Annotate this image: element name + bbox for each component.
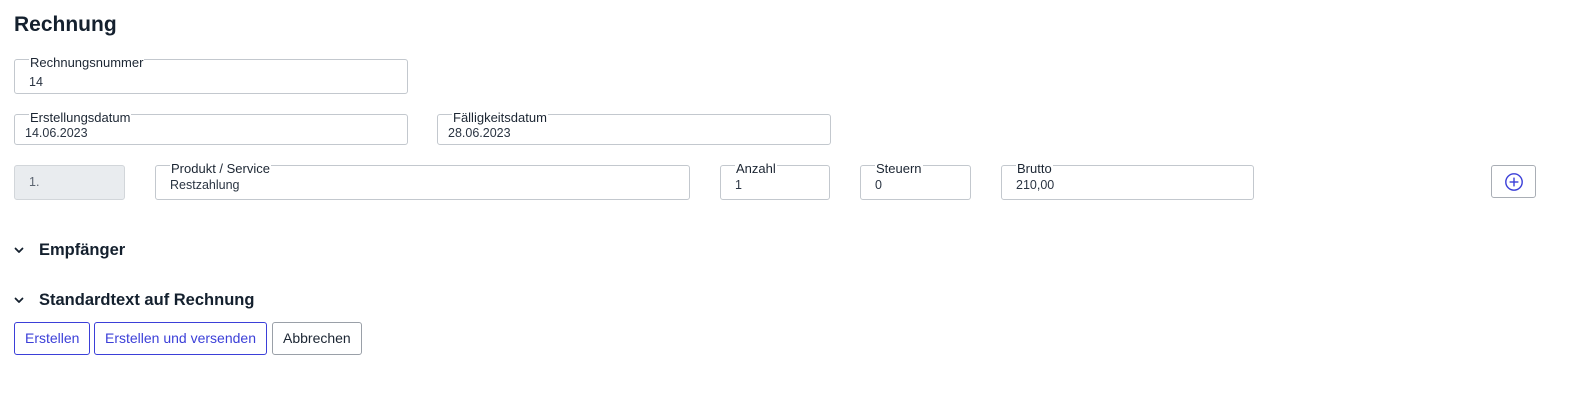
cancel-button[interactable]: Abbrechen <box>272 322 362 355</box>
quantity-input[interactable] <box>735 177 821 193</box>
tax-label: Steuern <box>875 161 923 177</box>
created-date-input[interactable] <box>25 125 399 141</box>
chevron-down-icon <box>12 293 26 307</box>
page-title: Rechnung <box>14 13 117 36</box>
section-default-text[interactable]: Standardtext auf Rechnung <box>12 289 254 311</box>
product-input[interactable] <box>170 177 681 193</box>
section-recipient[interactable]: Empfänger <box>12 239 125 261</box>
add-line-item-button[interactable] <box>1491 165 1536 198</box>
product-field[interactable]: Produkt / Service <box>155 161 690 200</box>
due-date-field[interactable]: Fälligkeitsdatum <box>437 110 831 145</box>
section-default-text-title: Standardtext auf Rechnung <box>39 290 255 309</box>
invoice-number-field[interactable]: Rechnungsnummer <box>14 55 408 94</box>
tax-input[interactable] <box>875 177 962 193</box>
due-date-input[interactable] <box>448 125 822 141</box>
chevron-down-icon <box>12 243 26 257</box>
gross-field[interactable]: Brutto <box>1001 161 1254 200</box>
due-date-label: Fälligkeitsdatum <box>452 110 548 126</box>
invoice-number-input[interactable] <box>29 74 399 90</box>
section-recipient-title: Empfänger <box>39 240 126 259</box>
invoice-number-label: Rechnungsnummer <box>29 55 145 71</box>
create-and-send-button[interactable]: Erstellen und versenden <box>94 322 267 355</box>
created-date-label: Erstellungsdatum <box>29 110 132 126</box>
quantity-label: Anzahl <box>735 161 777 177</box>
line-position: 1. <box>14 165 125 200</box>
plus-circle-icon <box>1504 172 1523 191</box>
product-label: Produkt / Service <box>170 161 271 177</box>
gross-input[interactable] <box>1016 177 1245 193</box>
gross-label: Brutto <box>1016 161 1053 177</box>
created-date-field[interactable]: Erstellungsdatum <box>14 110 408 145</box>
quantity-field[interactable]: Anzahl <box>720 161 830 200</box>
create-button[interactable]: Erstellen <box>14 322 91 355</box>
tax-field[interactable]: Steuern <box>860 161 971 200</box>
